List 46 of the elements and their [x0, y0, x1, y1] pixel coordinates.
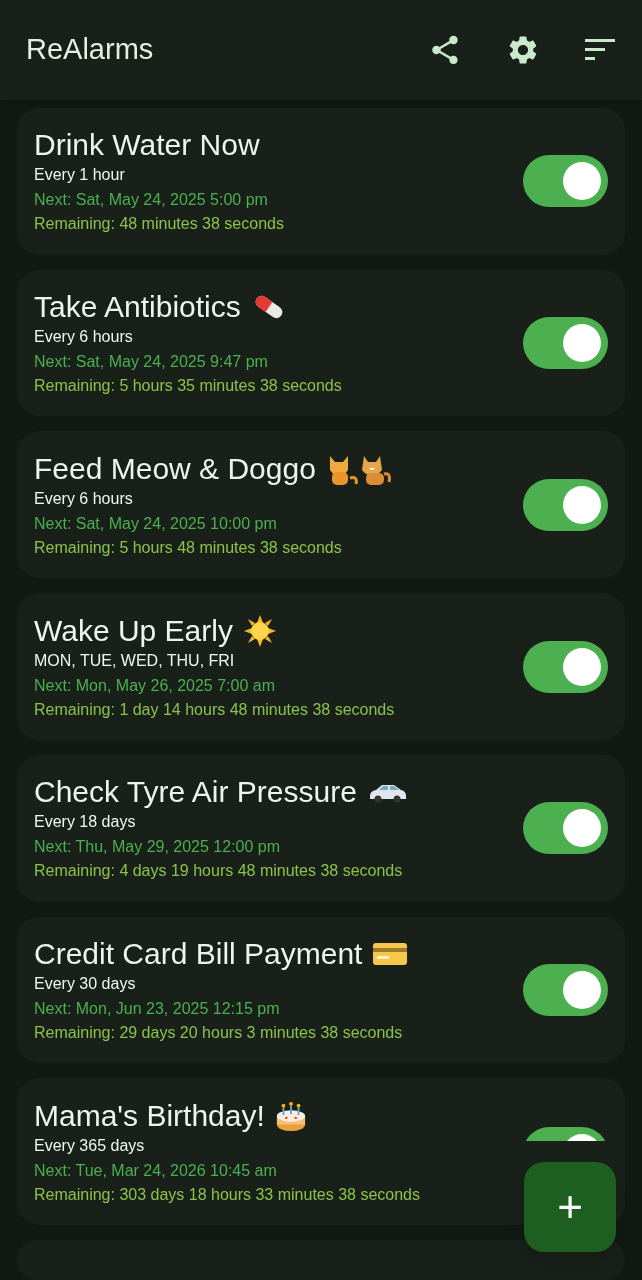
repeat-text: Every 30 days — [34, 973, 137, 994]
repeat-text: Every 6 hours — [34, 488, 134, 509]
remaining-text: Remaining: 1 day 14 hours 48 minutes 38 seconds — [34, 699, 396, 720]
toggle-switch[interactable] — [523, 640, 608, 693]
remaining-text: Remaining: 4 days 19 hours 48 minutes 38 seconds — [34, 861, 404, 882]
toggle-switch[interactable] — [523, 802, 608, 855]
next-time-text: Next: Tue, Mar 24, 2026 10:45 am — [34, 1160, 278, 1181]
repeat-text: Every 365 days — [34, 1135, 146, 1156]
toggle-switch[interactable] — [523, 478, 608, 531]
toggle-switch[interactable] — [523, 155, 608, 208]
next-time-text: Next: Thu, May 29, 2025 12:00 pm — [34, 837, 282, 858]
add-button[interactable]: + — [524, 1162, 616, 1252]
alarm-title: Take Antibiotics — [34, 289, 241, 326]
alarm-card[interactable]: Wake Up Early MON, TUE, WED, THU, FRI Next: Mon, May 26, 2025 7:00 am Remaining: 1 day 14 hours 48 minutes 38 seconds — [17, 593, 625, 740]
next-time-text: Next: Sat, May 24, 2025 5:00 pm — [34, 190, 269, 211]
remaining-text: Remaining: 29 days 20 hours 3 minutes 38 seconds — [34, 1022, 404, 1043]
credit-card-icon — [372, 940, 409, 967]
next-time-text: Next: Sat, May 24, 2025 9:47 pm — [34, 352, 269, 373]
remaining-text: Remaining: 303 days 18 hours 33 minutes 38 seconds — [34, 1184, 421, 1205]
alarm-title: Credit Card Bill Payment — [34, 935, 363, 972]
app-title: ReAlarms — [26, 32, 155, 68]
alarm-card[interactable]: Feed Meow & Doggo Every 6 hours Next: Sat, May 24, 2025 10:00 pm Remaining: 5 hours 48 minutes 38 seconds — [17, 431, 625, 579]
toggle-switch[interactable] — [523, 317, 608, 370]
next-time-text: Next: Mon, May 26, 2025 7:00 am — [34, 675, 276, 696]
repeat-text: Every 1 hour — [34, 165, 126, 186]
repeat-text: Every 6 hours — [34, 327, 134, 348]
repeat-text: MON, TUE, WED, THU, FRI — [34, 650, 236, 671]
sort-icon[interactable] — [584, 38, 616, 62]
next-time-text: Next: Sat, May 24, 2025 10:00 pm — [34, 513, 278, 534]
alarm-title: Mama's Birthday! — [34, 1097, 265, 1134]
alarm-title: Wake Up Early — [34, 612, 233, 649]
alarm-title: Check Tyre Air Pressure — [34, 774, 357, 811]
alarm-title: Feed Meow & Doggo — [34, 450, 316, 487]
toggle-switch[interactable] — [523, 963, 608, 1016]
alarm-card[interactable]: Credit Card Bill Payment Every 30 days Next: Mon, Jun 23, 2025 12:15 pm Remaining: 29 days 20 hours 3 minutes 38 seconds — [17, 916, 625, 1064]
remaining-text: Remaining: 48 minutes 38 seconds — [34, 214, 285, 235]
cake-icon — [274, 1099, 307, 1132]
alarm-card[interactable]: Take Antibiotics Every 6 hours Next: Sat, May 24, 2025 9:47 pm Remaining: 5 hours 35 minutes 38 seconds — [17, 269, 625, 417]
alarm-title: Drink Water Now — [34, 127, 260, 164]
next-time-text: Next: Mon, Jun 23, 2025 12:15 pm — [34, 998, 281, 1019]
alarm-card[interactable]: Check Tyre Air Pressure Every 18 days Next: Thu, May 29, 2025 12:00 pm Remaining: 4 days 19 hours 48 minutes 38 seconds — [17, 754, 625, 902]
alarm-card[interactable]: Drink Water Now Every 1 hour Next: Sat, May 24, 2025 5:00 pm Remaining: 48 minutes 38 seconds — [17, 108, 625, 255]
remaining-text: Remaining: 5 hours 35 minutes 38 seconds — [34, 376, 343, 397]
sun-icon — [242, 613, 277, 648]
remaining-text: Remaining: 5 hours 48 minutes 38 seconds — [34, 537, 343, 558]
repeat-text: Every 18 days — [34, 812, 137, 833]
